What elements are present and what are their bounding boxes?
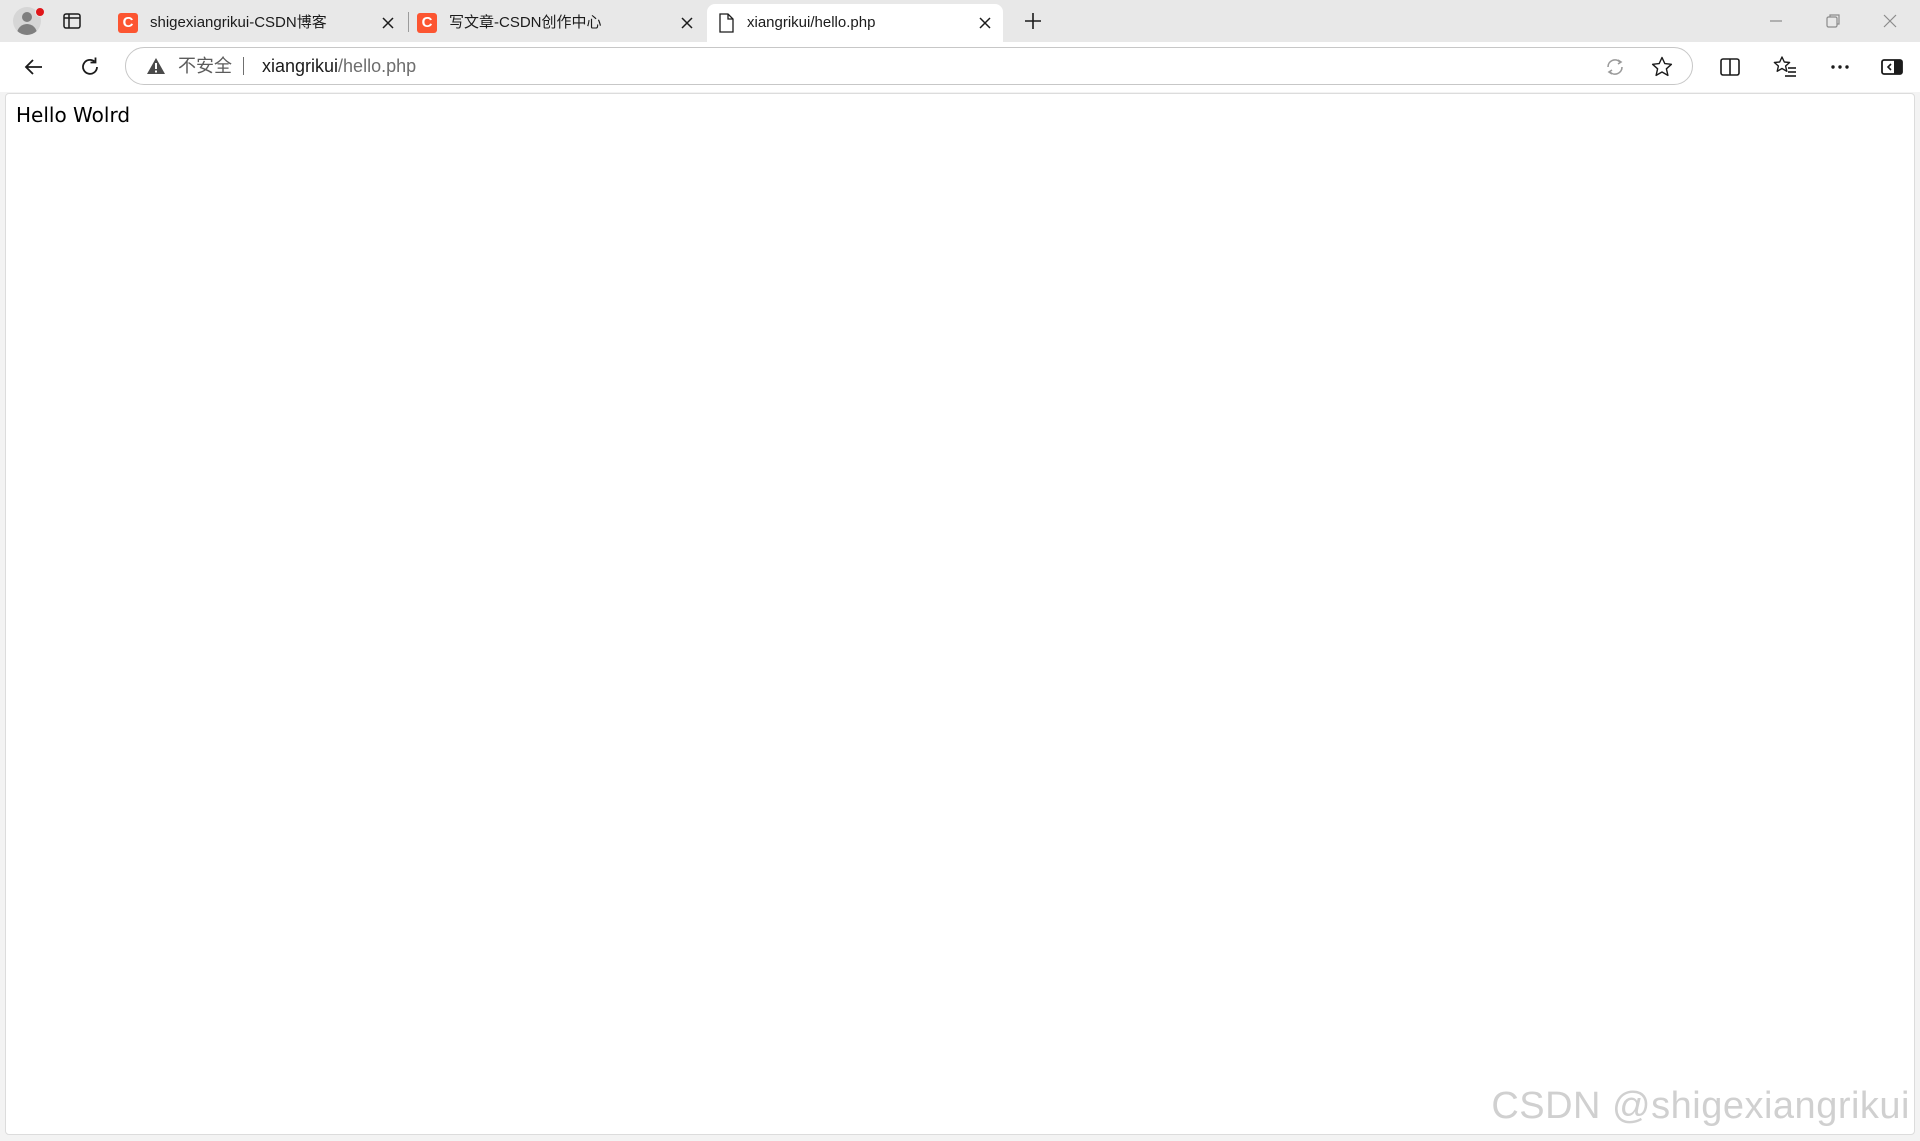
- page-viewport: Hello Wolrd CSDN @shigexiangrikui: [5, 93, 1915, 1135]
- tab-title: shigexiangrikui-CSDN博客: [150, 14, 327, 31]
- warning-icon[interactable]: [146, 57, 166, 80]
- url-text[interactable]: xiangrikui/hello.php: [262, 48, 416, 84]
- profile-body-shape: [17, 24, 37, 35]
- split-screen-icon[interactable]: [1717, 54, 1743, 80]
- navigation-toolbar: 不安全 xiangrikui/hello.php: [0, 42, 1920, 92]
- tab-title: 写文章-CSDN创作中心: [449, 14, 602, 31]
- close-icon[interactable]: [977, 15, 993, 31]
- tab-title: xiangrikui/hello.php: [747, 14, 876, 31]
- sidebar-toggle-icon[interactable]: [1879, 54, 1905, 80]
- refresh-button[interactable]: [77, 54, 103, 80]
- tab-hello-php[interactable]: xiangrikui/hello.php: [707, 4, 1003, 42]
- csdn-watermark: CSDN @shigexiangrikui: [1491, 1085, 1910, 1127]
- tab-actions-menu-icon[interactable]: [62, 11, 82, 31]
- address-bar[interactable]: 不安全 xiangrikui/hello.php: [125, 47, 1693, 85]
- tab-csdn-write[interactable]: C 写文章-CSDN创作中心: [409, 4, 705, 42]
- document-icon: [717, 13, 735, 37]
- browser-window: C shigexiangrikui-CSDN博客 C 写文章-CSDN创作中心: [0, 0, 1920, 1141]
- favorite-star-icon[interactable]: [1650, 55, 1674, 84]
- close-icon[interactable]: [679, 15, 695, 31]
- close-icon[interactable]: [380, 15, 396, 31]
- back-button[interactable]: [21, 54, 47, 80]
- security-status-label[interactable]: 不安全: [178, 48, 232, 84]
- close-window-button[interactable]: [1879, 10, 1901, 32]
- favorites-icon[interactable]: [1772, 54, 1798, 80]
- page-body-text: Hello Wolrd: [16, 103, 131, 127]
- minimize-button[interactable]: [1765, 10, 1787, 32]
- read-aloud-icon[interactable]: [1604, 56, 1626, 83]
- tab-csdn-blog[interactable]: C shigexiangrikui-CSDN博客: [110, 4, 406, 42]
- csdn-c-icon: C: [118, 13, 138, 33]
- more-options-icon[interactable]: [1827, 54, 1853, 80]
- url-host: xiangrikui: [262, 56, 339, 76]
- profile-notification-dot: [35, 7, 45, 17]
- new-tab-button[interactable]: [1021, 9, 1045, 33]
- profile-head-shape: [22, 12, 32, 22]
- csdn-c-icon: C: [417, 13, 437, 33]
- tab-strip: C shigexiangrikui-CSDN博客 C 写文章-CSDN创作中心: [0, 0, 1920, 42]
- address-divider: [243, 57, 244, 75]
- restore-button[interactable]: [1822, 10, 1844, 32]
- url-path: /hello.php: [338, 56, 417, 76]
